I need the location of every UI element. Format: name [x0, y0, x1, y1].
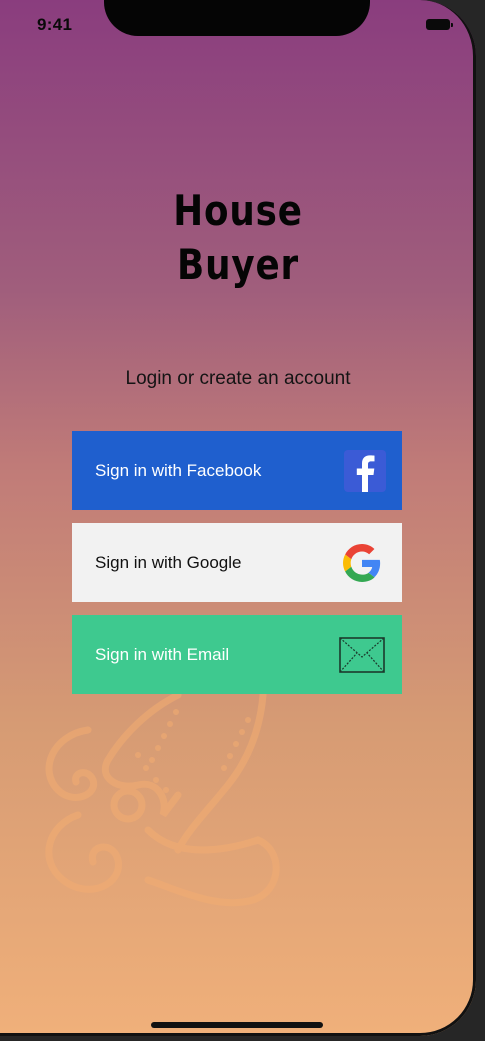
- app-title-line2: Buyer: [177, 240, 299, 289]
- google-signin-label: Sign in with Google: [95, 552, 242, 572]
- email-signin-button[interactable]: Sign in with Email: [72, 615, 402, 694]
- home-indicator[interactable]: [151, 1022, 323, 1028]
- facebook-signin-label: Sign in with Facebook: [95, 460, 262, 480]
- screen: 9:41 House Buyer Login or create an acco…: [0, 0, 476, 1036]
- decorative-swirl-icon: [45, 691, 280, 907]
- mail-icon: [339, 637, 385, 673]
- facebook-icon: [344, 450, 386, 492]
- google-icon: [343, 544, 381, 582]
- email-signin-label: Sign in with Email: [95, 644, 230, 664]
- device: 9:41 House Buyer Login or create an acco…: [0, 0, 485, 1041]
- status-time: 9:41: [37, 15, 73, 34]
- login-subtitle: Login or create an account: [125, 368, 351, 389]
- notch: [104, 0, 370, 36]
- battery-icon: [426, 19, 453, 30]
- google-signin-button[interactable]: Sign in with Google: [72, 523, 402, 602]
- facebook-signin-button[interactable]: Sign in with Facebook: [72, 431, 402, 510]
- app-title-line1: House: [173, 186, 303, 235]
